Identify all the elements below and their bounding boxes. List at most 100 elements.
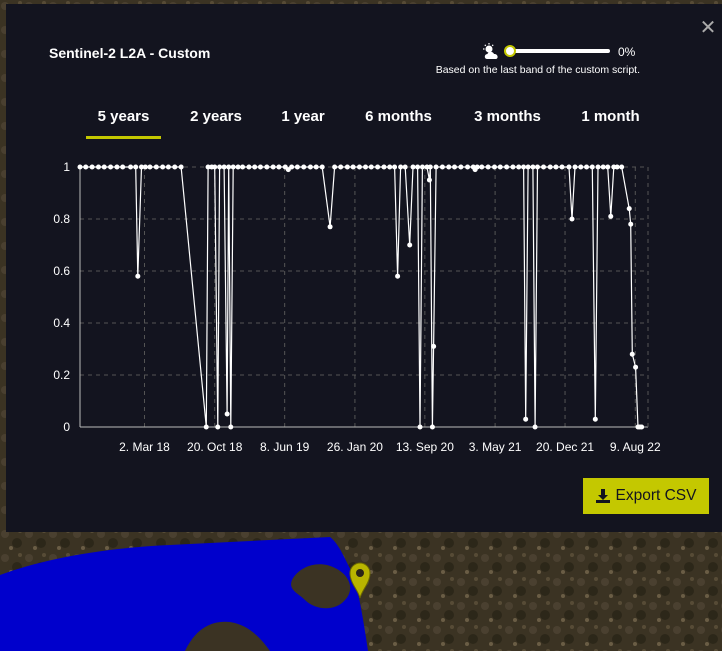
data-point[interactable]	[120, 164, 126, 170]
data-point[interactable]	[485, 164, 491, 170]
data-point[interactable]	[628, 221, 634, 227]
data-point[interactable]	[257, 164, 263, 170]
data-point[interactable]	[363, 164, 369, 170]
data-point[interactable]	[217, 164, 223, 170]
data-point[interactable]	[541, 164, 547, 170]
data-point[interactable]	[172, 164, 178, 170]
data-point[interactable]	[431, 343, 437, 349]
data-point[interactable]	[417, 424, 423, 430]
data-point[interactable]	[629, 351, 635, 357]
data-point[interactable]	[589, 164, 595, 170]
data-point[interactable]	[203, 424, 209, 430]
map-pin-icon[interactable]	[348, 561, 372, 599]
data-point[interactable]	[584, 164, 590, 170]
data-point[interactable]	[474, 164, 480, 170]
data-point[interactable]	[491, 164, 497, 170]
data-point[interactable]	[465, 164, 471, 170]
data-point[interactable]	[626, 206, 632, 212]
data-point[interactable]	[510, 164, 516, 170]
data-point[interactable]	[569, 216, 575, 222]
data-point[interactable]	[525, 164, 531, 170]
data-point[interactable]	[426, 177, 432, 183]
data-point[interactable]	[313, 164, 319, 170]
data-point[interactable]	[479, 164, 485, 170]
data-point[interactable]	[427, 164, 433, 170]
data-point[interactable]	[410, 164, 416, 170]
data-point[interactable]	[289, 164, 295, 170]
data-point[interactable]	[135, 273, 141, 279]
data-point[interactable]	[633, 364, 639, 370]
data-point[interactable]	[338, 164, 344, 170]
data-point[interactable]	[595, 164, 601, 170]
data-point[interactable]	[547, 164, 553, 170]
data-point[interactable]	[230, 164, 236, 170]
data-point[interactable]	[639, 424, 645, 430]
data-point[interactable]	[212, 164, 218, 170]
data-point[interactable]	[240, 164, 246, 170]
data-point[interactable]	[264, 164, 270, 170]
data-point[interactable]	[133, 164, 139, 170]
data-point[interactable]	[398, 164, 404, 170]
data-point[interactable]	[235, 164, 241, 170]
data-point[interactable]	[153, 164, 159, 170]
data-point[interactable]	[350, 164, 356, 170]
data-point[interactable]	[458, 164, 464, 170]
data-point[interactable]	[407, 242, 413, 248]
data-point[interactable]	[344, 164, 350, 170]
data-point[interactable]	[433, 164, 439, 170]
data-point[interactable]	[128, 164, 134, 170]
data-point[interactable]	[307, 164, 313, 170]
data-point[interactable]	[77, 164, 83, 170]
data-point[interactable]	[95, 164, 101, 170]
data-point[interactable]	[142, 164, 148, 170]
data-point[interactable]	[147, 164, 153, 170]
data-point[interactable]	[608, 213, 614, 219]
data-point[interactable]	[381, 164, 387, 170]
data-point[interactable]	[178, 164, 184, 170]
data-point[interactable]	[395, 273, 401, 279]
data-point[interactable]	[446, 164, 452, 170]
data-point[interactable]	[521, 164, 527, 170]
data-point[interactable]	[108, 164, 114, 170]
data-point[interactable]	[246, 164, 252, 170]
data-point[interactable]	[415, 164, 421, 170]
data-point[interactable]	[89, 164, 95, 170]
data-point[interactable]	[101, 164, 107, 170]
data-point[interactable]	[452, 164, 458, 170]
data-point[interactable]	[600, 164, 606, 170]
data-point[interactable]	[165, 164, 171, 170]
data-point[interactable]	[402, 164, 408, 170]
data-point[interactable]	[572, 164, 578, 170]
data-point[interactable]	[327, 224, 333, 230]
data-point[interactable]	[252, 164, 258, 170]
data-point[interactable]	[270, 164, 276, 170]
data-point[interactable]	[619, 164, 625, 170]
data-point[interactable]	[553, 164, 559, 170]
data-point[interactable]	[224, 411, 230, 417]
data-point[interactable]	[83, 164, 89, 170]
data-point[interactable]	[114, 164, 120, 170]
data-point[interactable]	[530, 164, 536, 170]
data-point[interactable]	[319, 164, 325, 170]
data-point[interactable]	[497, 164, 503, 170]
data-point[interactable]	[516, 164, 522, 170]
data-point[interactable]	[566, 164, 572, 170]
data-point[interactable]	[429, 424, 435, 430]
data-point[interactable]	[221, 164, 227, 170]
data-point[interactable]	[559, 164, 565, 170]
data-point[interactable]	[614, 164, 620, 170]
data-point[interactable]	[532, 424, 538, 430]
data-point[interactable]	[160, 164, 166, 170]
data-point[interactable]	[605, 164, 611, 170]
data-point[interactable]	[215, 424, 221, 430]
data-point[interactable]	[387, 164, 393, 170]
data-point[interactable]	[439, 164, 445, 170]
data-point[interactable]	[226, 164, 232, 170]
data-point[interactable]	[419, 164, 425, 170]
data-point[interactable]	[294, 164, 300, 170]
data-point[interactable]	[592, 416, 598, 422]
data-point[interactable]	[534, 164, 540, 170]
export-csv-button[interactable]: Export CSV	[583, 478, 709, 514]
data-point[interactable]	[578, 164, 584, 170]
data-point[interactable]	[301, 164, 307, 170]
